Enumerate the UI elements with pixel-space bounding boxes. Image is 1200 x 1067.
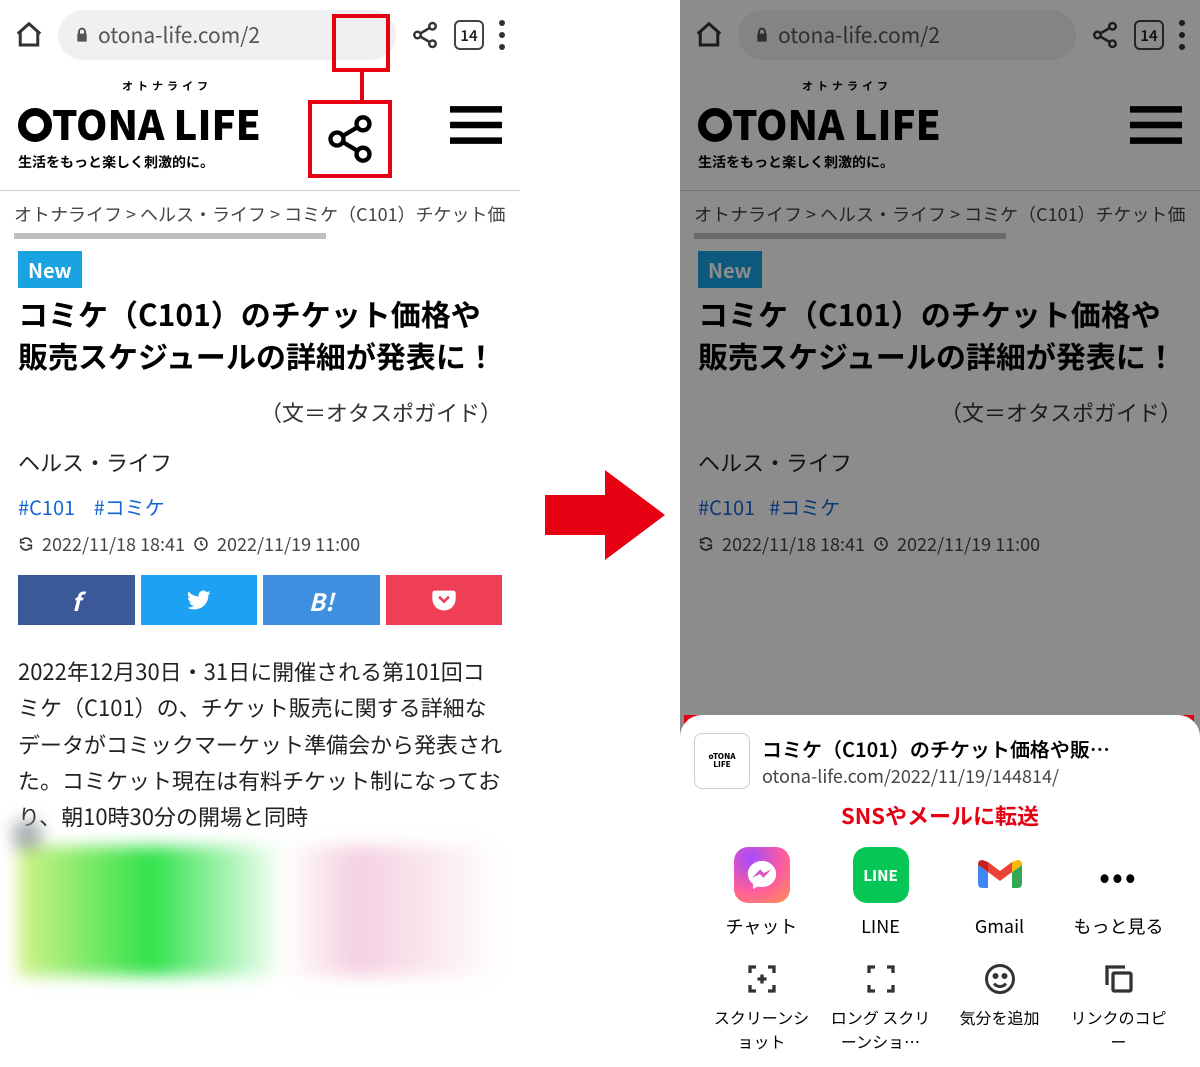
share-target-gmail[interactable]: Gmail <box>945 847 1055 939</box>
share-url: otona-life.com/2022/11/19/144814/ <box>762 763 1110 789</box>
share-target-line[interactable]: LINE LINE <box>826 847 936 939</box>
home-icon[interactable] <box>694 20 724 50</box>
logo-furigana: オトナライフ <box>122 78 261 94</box>
callout-connector <box>360 72 364 102</box>
overflow-menu-icon[interactable] <box>1178 20 1186 50</box>
site-header: オトナライフ TONA LIFE 生活をもっと楽しく刺激的に。 <box>680 74 1200 191</box>
action-label: 気分を追加 <box>959 1005 1039 1029</box>
ad-close-button[interactable]: ✕ <box>14 822 40 848</box>
share-target-more[interactable]: ••• もっと見る <box>1064 847 1174 939</box>
callout-box-enlarged-share <box>308 100 392 178</box>
refresh-icon <box>698 536 714 552</box>
share-icon[interactable] <box>410 20 440 50</box>
byline: （文＝オタスポガイド） <box>18 396 502 428</box>
tag-link[interactable]: #コミケ <box>94 492 165 521</box>
article-text: 2022年12月30日・31日に開催される第101回コミケ（C101）の、チケッ… <box>18 653 502 834</box>
browser-toolbar: otona-life.com/2 14 <box>0 0 520 74</box>
headline: コミケ（C101）のチケット価格や販売スケジュールの詳細が発表に！ <box>18 292 502 376</box>
long-screenshot-icon <box>863 961 899 997</box>
share-sheet-header: oTONALIFE コミケ（C101）のチケット価格や販… otona-life… <box>694 733 1186 789</box>
social-share-row: f B! <box>18 575 502 625</box>
phone-left: otona-life.com/2 14 オトナライフ TONA LIFE 生活を… <box>0 0 520 1067</box>
copy-icon <box>1101 961 1137 997</box>
action-label: スクリーンショット <box>707 1005 817 1053</box>
breadcrumb[interactable]: オトナライフ > ヘルス・ライフ > コミケ（C101）チケット価 <box>680 191 1200 233</box>
hamburger-menu-icon[interactable] <box>450 105 502 145</box>
site-logo[interactable]: オトナライフ TONA LIFE 生活をもっと楽しく刺激的に。 <box>18 78 261 172</box>
more-icon: ••• <box>1091 847 1147 903</box>
article-body: New コミケ（C101）のチケット価格や販売スケジュールの詳細が発表に！ （文… <box>0 239 520 976</box>
phone-right: otona-life.com/2 14 オトナライフ TONA LIFE 生活を… <box>680 0 1200 1067</box>
refresh-icon <box>18 536 34 552</box>
share-target-chat[interactable]: チャット <box>707 847 817 939</box>
published-time: 2022/11/19 11:00 <box>217 531 360 557</box>
share-title: コミケ（C101）のチケット価格や販… <box>762 734 1110 763</box>
screenshot-icon <box>744 961 780 997</box>
action-label: リンクのコピー <box>1064 1005 1174 1053</box>
site-logo[interactable]: オトナライフ TONA LIFE 生活をもっと楽しく刺激的に。 <box>698 78 941 172</box>
action-label: ロング スクリーンショ… <box>826 1005 936 1053</box>
url-text: otona-life.com/2 <box>778 20 940 50</box>
hamburger-menu-icon[interactable] <box>1130 105 1182 145</box>
app-label: LINE <box>861 913 900 939</box>
action-add-mood[interactable]: 気分を追加 <box>945 961 1055 1053</box>
tabs-icon[interactable]: 14 <box>1134 20 1164 50</box>
ad-placeholder: ✕ <box>18 846 502 976</box>
line-icon: LINE <box>853 847 909 903</box>
annotation-sns: SNSやメールに転送 <box>694 799 1186 831</box>
share-thumbnail: oTONALIFE <box>694 733 750 789</box>
site-header: オトナライフ TONA LIFE 生活をもっと楽しく刺激的に。 <box>0 74 520 191</box>
arrow-icon <box>545 470 665 560</box>
app-label: Gmail <box>975 913 1024 939</box>
url-bar[interactable]: otona-life.com/2 <box>738 10 1076 60</box>
updated-time: 2022/11/18 18:41 <box>42 531 185 557</box>
share-hatena-button[interactable]: B! <box>263 575 380 625</box>
timestamps: 2022/11/18 18:41 2022/11/19 11:00 <box>18 531 502 557</box>
logo-wordmark: TONA LIFE <box>18 94 261 152</box>
clock-icon <box>193 536 209 552</box>
share-twitter-button[interactable] <box>141 575 258 625</box>
share-sheet: oTONALIFE コミケ（C101）のチケット価格や販… otona-life… <box>680 715 1200 1067</box>
tab-count: 14 <box>454 20 484 50</box>
url-text: otona-life.com/2 <box>98 20 260 50</box>
breadcrumb[interactable]: オトナライフ > ヘルス・ライフ > コミケ（C101）チケット価 <box>0 191 520 233</box>
logo-tagline: 生活をもっと楽しく刺激的に。 <box>18 152 261 172</box>
new-badge: New <box>18 251 82 288</box>
share-facebook-button[interactable]: f <box>18 575 135 625</box>
action-copy-link[interactable]: リンクのコピー <box>1064 961 1174 1053</box>
tag-link[interactable]: #C101 <box>18 492 75 521</box>
share-icon <box>324 113 376 165</box>
gmail-icon <box>972 847 1028 903</box>
overflow-menu-icon[interactable] <box>498 20 506 50</box>
browser-toolbar: otona-life.com/2 14 <box>680 0 1200 74</box>
lock-icon <box>74 27 90 43</box>
tabs-icon[interactable]: 14 <box>454 20 484 50</box>
callout-box-toolbar-share <box>332 14 390 72</box>
share-icon[interactable] <box>1090 20 1120 50</box>
emoji-icon <box>982 961 1018 997</box>
messenger-icon <box>734 847 790 903</box>
home-icon[interactable] <box>14 20 44 50</box>
action-long-screenshot[interactable]: ロング スクリーンショ… <box>826 961 936 1053</box>
share-action-row: スクリーンショット ロング スクリーンショ… 気分を追加 リンクのコピー <box>694 953 1186 1057</box>
article-body: New コミケ（C101）のチケット価格や販売スケジュールの詳細が発表に！ （文… <box>680 239 1200 557</box>
app-label: チャット <box>726 913 798 939</box>
share-pocket-button[interactable] <box>386 575 503 625</box>
clock-icon <box>873 536 889 552</box>
tag-list: #C101 #コミケ <box>18 492 502 521</box>
lock-icon <box>754 27 770 43</box>
action-screenshot[interactable]: スクリーンショット <box>707 961 817 1053</box>
category-link[interactable]: ヘルス・ライフ <box>18 446 502 478</box>
share-app-row: チャット LINE LINE Gmail ••• もっと見る <box>694 835 1186 953</box>
app-label: もっと見る <box>1074 913 1164 939</box>
